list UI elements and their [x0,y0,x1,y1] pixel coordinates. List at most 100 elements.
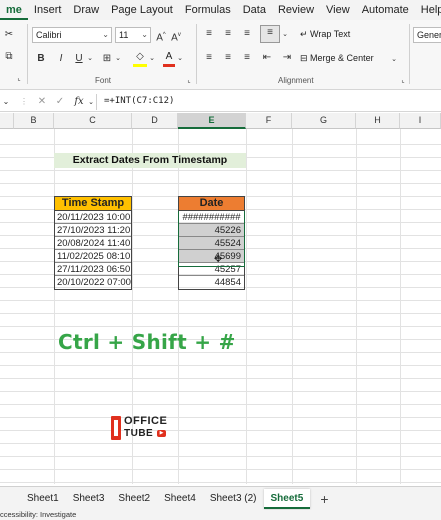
decrease-font-icon[interactable]: Av [170,28,182,45]
column-header-c[interactable]: C [54,113,132,129]
italic-icon[interactable]: I [56,52,66,66]
date-cell[interactable]: 45524 [179,237,244,250]
formula-input[interactable]: =+INT(C7:C12) [104,96,174,106]
tab-help[interactable]: Help [415,0,441,20]
ribbon-tabs: me Insert Draw Page Layout Formulas Data… [0,0,441,20]
chevron-down-icon[interactable]: ⌄ [2,95,10,109]
align-top-icon[interactable]: ≡ [202,27,216,41]
tab-view[interactable]: View [320,0,356,20]
sheet-tab-sheet3-2[interactable]: Sheet3 (2) [203,489,264,509]
cut-icon[interactable]: ✂ [2,28,16,42]
column-header-d[interactable]: D [132,113,178,129]
copy-icon[interactable]: ⧉ [2,50,16,64]
align-middle-icon[interactable]: ≡ [221,27,235,41]
more-dots-icon: ⋮ [20,97,28,106]
date-header[interactable]: Date [178,196,245,211]
date-cell[interactable]: ########### [179,211,244,224]
align-right-icon[interactable]: ≡ [240,51,254,65]
tab-draw[interactable]: Draw [67,0,105,20]
gridline [0,456,441,457]
align-left-icon[interactable]: ≡ [202,51,216,65]
date-cell[interactable]: 44854 [179,276,244,289]
chevron-down-icon[interactable]: ⌄ [176,52,184,66]
gridline [0,469,441,470]
gridline [0,430,441,431]
sheet-tab-sheet5[interactable]: Sheet5 [263,488,311,509]
orientation-icon[interactable]: ≡ [260,25,280,43]
date-column: ########### 45226 45524 45699 45257 4485… [178,211,245,290]
font-name-dropdown[interactable]: Calibri ⌄ [32,27,112,43]
decrease-indent-icon[interactable]: ⇤ [260,51,274,65]
clipboard-launcher-icon[interactable]: ⌞ [14,72,24,86]
increase-font-icon[interactable]: A^ [155,28,167,45]
logo-line1: OFFICE [124,415,168,427]
sheet-tab-sheet3[interactable]: Sheet3 [66,489,112,509]
gridline [0,144,441,145]
sheet-title[interactable]: Extract Dates From Timestamp [54,153,246,168]
align-bottom-icon[interactable]: ≡ [240,27,254,41]
divider [96,94,97,110]
sheet-tab-sheet2[interactable]: Sheet2 [111,489,157,509]
sheet-tab-sheet4[interactable]: Sheet4 [157,489,203,509]
chevron-down-icon[interactable]: ⌄ [390,53,398,67]
add-sheet-button[interactable]: + [310,491,338,507]
timestamp-cell[interactable]: 20/10/2022 07:00 [55,276,131,289]
chevron-down-icon[interactable]: ⌄ [114,52,122,66]
function-icon[interactable]: fx [72,95,86,109]
timestamp-cell[interactable]: 27/10/2023 11:20 [55,224,131,237]
timestamp-cell[interactable]: 11/02/2025 08:10 [55,250,131,263]
gridline [0,404,441,405]
font-launcher-icon[interactable]: ⌞ [184,74,194,88]
column-header-e[interactable]: E [178,113,246,129]
timestamp-cell[interactable]: 27/11/2023 06:50 [55,263,131,276]
date-cell[interactable]: 45226 [179,224,244,237]
column-header-h[interactable]: H [356,113,400,129]
column-header-i[interactable]: I [400,113,441,129]
timestamp-cell[interactable]: 20/08/2024 11:40 [55,237,131,250]
tab-review[interactable]: Review [272,0,320,20]
sheet-tab-sheet1[interactable]: Sheet1 [20,489,66,509]
bold-icon[interactable]: B [36,52,46,66]
wrap-text-button[interactable]: ↵ Wrap Text [300,29,350,40]
align-center-icon[interactable]: ≡ [221,51,235,65]
increase-indent-icon[interactable]: ⇥ [280,51,294,65]
column-header-b[interactable]: B [14,113,54,129]
tab-automate[interactable]: Automate [356,0,415,20]
ribbon: ✂ ⧉ ⌞ Calibri ⌄ 11 ⌄ A^ Av B I U ⌄ ⊞ ⌄ ◇ ⌄… [0,20,441,90]
date-cell[interactable]: 45257 [179,263,244,276]
number-format-dropdown[interactable]: Genera [413,27,441,43]
chevron-down-icon: ⌄ [102,30,109,39]
chevron-down-icon[interactable]: ⌄ [281,28,289,42]
gridline [0,300,441,301]
fill-color-icon[interactable]: ◇ [133,50,147,67]
column-header-g[interactable]: G [292,113,356,129]
wrap-text-label: Wrap Text [310,29,351,39]
date-cell[interactable]: 45699 [179,250,244,263]
gridline [0,326,441,327]
tab-formulas[interactable]: Formulas [179,0,237,20]
font-size-dropdown[interactable]: 11 ⌄ [115,27,151,43]
font-color-icon[interactable]: A [163,50,175,67]
tab-insert[interactable]: Insert [28,0,68,20]
gridline [0,443,441,444]
timestamp-cell[interactable]: 20/11/2023 10:00 [55,211,131,224]
chevron-down-icon[interactable]: ⌄ [148,52,156,66]
tab-page-layout[interactable]: Page Layout [105,0,179,20]
chevron-down-icon[interactable]: ⌄ [86,52,94,66]
chevron-down-icon[interactable]: ⌄ [88,96,94,110]
select-all-corner[interactable] [0,113,14,129]
cancel-icon[interactable]: ✕ [36,95,48,109]
enter-icon[interactable]: ✓ [54,95,66,109]
column-header-f[interactable]: F [246,113,292,129]
sheet-tab-bar: Sheet1 Sheet3 Sheet2 Sheet4 Sheet3 (2) S… [0,486,441,510]
timestamp-header[interactable]: Time Stamp [54,196,132,211]
tab-home[interactable]: me [0,0,28,20]
gridline [0,365,441,366]
timestamp-column: 20/11/2023 10:00 27/10/2023 11:20 20/08/… [54,211,132,290]
borders-icon[interactable]: ⊞ [100,52,114,66]
alignment-launcher-icon[interactable]: ⌞ [398,74,408,88]
merge-center-button[interactable]: ⊟ Merge & Center [300,53,374,64]
underline-icon[interactable]: U [74,52,84,66]
status-bar[interactable]: ccessibility: Investigate [0,510,441,520]
tab-data[interactable]: Data [237,0,272,20]
